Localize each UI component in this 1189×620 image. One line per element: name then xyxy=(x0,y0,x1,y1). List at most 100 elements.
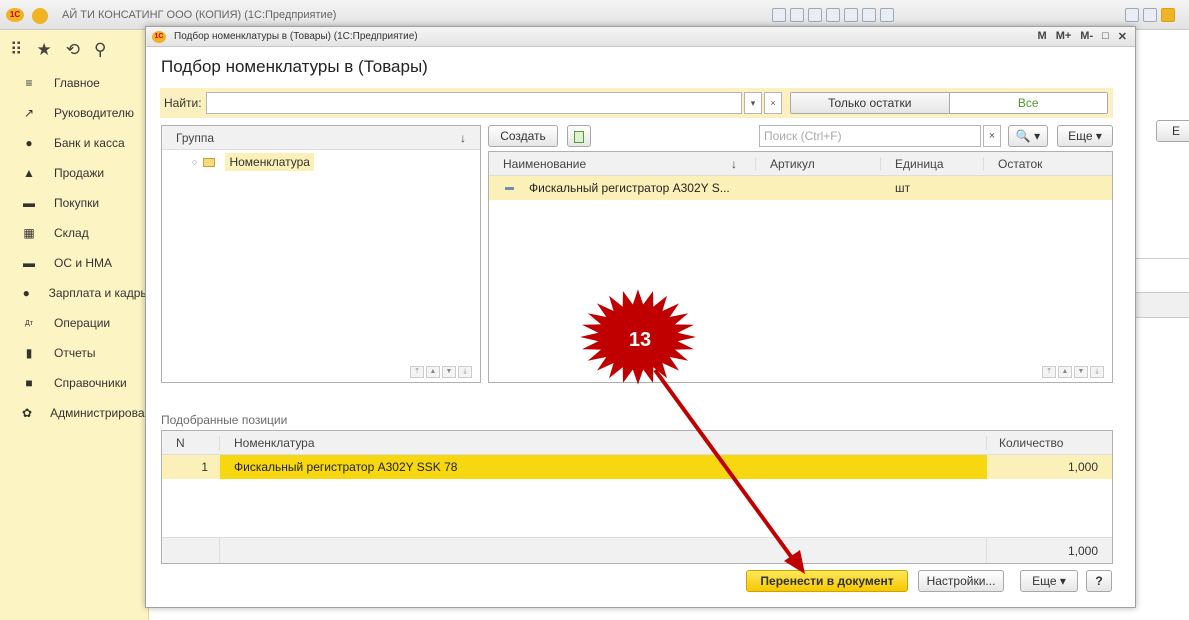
groups-panel: Группа ↓ ○ Номенклатура ⤒ ▲ ▼ ⤓ xyxy=(161,125,481,383)
apps-grid-icon[interactable]: ⠿ xyxy=(10,40,22,60)
titlebar-control[interactable]: M- xyxy=(1080,30,1093,43)
sidebar-item[interactable]: ▲ Продажи xyxy=(0,158,149,188)
group-row[interactable]: ○ Номенклатура xyxy=(162,150,480,174)
column-quantity[interactable]: Количество xyxy=(987,436,1112,450)
titlebar-control[interactable]: M+ xyxy=(1056,30,1072,43)
step-number: 13 xyxy=(628,329,652,351)
main-menu-button[interactable] xyxy=(32,8,48,24)
chart-icon: ▮ xyxy=(25,346,33,360)
items-search-clear-button[interactable]: × xyxy=(983,125,1001,147)
column-remainder[interactable]: Остаток xyxy=(984,157,1112,171)
truck-icon: ▬ xyxy=(23,256,35,270)
only-remainders-option[interactable]: Только остатки xyxy=(791,93,950,113)
sidebar-item-label: Операции xyxy=(54,316,111,330)
find-input[interactable] xyxy=(206,92,742,114)
search-icon[interactable]: ⚲ xyxy=(94,40,106,60)
column-article[interactable]: Артикул xyxy=(756,156,881,171)
sidebar-item[interactable]: ■ Справочники xyxy=(0,368,149,398)
column-n[interactable]: N xyxy=(162,435,220,450)
dialog-heading: Подбор номенклатуры в (Товары) xyxy=(161,57,428,76)
info-icon[interactable] xyxy=(1161,8,1175,22)
sidebar-item-label: Склад xyxy=(54,226,89,240)
sidebar-item[interactable]: Дт Операции xyxy=(0,308,149,338)
find-dropdown-button[interactable]: ▾ xyxy=(744,92,762,114)
picked-total: 1,000 xyxy=(1067,544,1098,558)
sidebar-item[interactable]: ▬ Покупки xyxy=(0,188,149,218)
folder-icon xyxy=(203,157,216,167)
dialog-window-title: Подбор номенклатуры в (Товары) (1С:Предп… xyxy=(174,31,418,42)
sidebar-item-label: Зарплата и кадры xyxy=(48,286,149,300)
save-icon[interactable] xyxy=(772,8,786,22)
app-logo: 1С xyxy=(6,8,24,22)
groups-header[interactable]: Группа ↓ xyxy=(162,126,480,150)
dialog-titlebar: 1С Подбор номенклатуры в (Товары) (1С:Пр… xyxy=(146,27,1135,47)
items-header: Наименование ↓ Артикул Единица Остаток xyxy=(489,152,1112,176)
preview-icon[interactable] xyxy=(808,8,822,22)
column-name[interactable]: Наименование ↓ xyxy=(489,156,756,171)
scroll-up-icon[interactable]: ▲ xyxy=(426,366,440,378)
sidebar-item[interactable]: ▦ Склад xyxy=(0,218,149,248)
scroll-bottom-icon[interactable]: ⤓ xyxy=(458,366,472,378)
column-unit[interactable]: Единица xyxy=(881,156,984,171)
sidebar-item[interactable]: ▮ Отчеты xyxy=(0,338,149,368)
sidebar-item[interactable]: ● Зарплата и кадры xyxy=(0,278,149,308)
sidebar-item-label: Отчеты xyxy=(54,346,96,360)
print-icon[interactable] xyxy=(790,8,804,22)
footer-more-button[interactable]: Еще ▾ xyxy=(1020,570,1078,592)
nomenclature-picker-dialog: 1С Подбор номенклатуры в (Товары) (1С:Пр… xyxy=(145,26,1136,608)
sections-sidebar: ⠿ ★ ⟲ ⚲ ≡ Главное ↗ Руководителю ● Банк и кас… xyxy=(0,30,149,620)
dialog-window-controls: M M+ M- □ ✕ xyxy=(1038,30,1127,43)
transfer-to-document-button[interactable]: Перенести в документ xyxy=(746,570,908,592)
coin-icon: ● xyxy=(25,136,33,150)
maximize-icon[interactable]: □ xyxy=(1102,30,1109,43)
favorites-star-icon[interactable]: ★ xyxy=(36,40,51,60)
scroll-top-icon[interactable]: ⤒ xyxy=(410,366,424,378)
warehouse-icon: ▦ xyxy=(23,226,35,240)
mail-icon[interactable] xyxy=(844,8,858,22)
all-option[interactable]: Все xyxy=(949,93,1107,113)
gear-icon: ✿ xyxy=(22,406,33,420)
create-button[interactable]: Создать xyxy=(488,125,558,147)
search-options-button[interactable]: 🔍 ▾ xyxy=(1008,125,1048,147)
items-search-input[interactable]: Поиск (Ctrl+F) xyxy=(759,125,981,147)
sidebar-item[interactable]: ↗ Руководителю xyxy=(0,98,149,128)
scroll-up-icon[interactable]: ▲ xyxy=(1058,366,1072,378)
copy-green-icon xyxy=(574,130,584,143)
items-panel: Наименование ↓ Артикул Единица Остаток Ф… xyxy=(488,151,1113,383)
zoom-icon[interactable] xyxy=(1125,8,1139,22)
calculator-icon[interactable] xyxy=(862,8,876,22)
close-icon[interactable]: ✕ xyxy=(1118,30,1127,43)
find-clear-button[interactable]: × xyxy=(764,92,782,114)
expand-icon[interactable]: ○ xyxy=(192,157,197,167)
sidebar-item-label: Покупки xyxy=(54,196,100,210)
sidebar-item-label: Банк и касса xyxy=(54,136,125,150)
sidebar-item[interactable]: ▬ ОС и НМА xyxy=(0,248,149,278)
sort-arrow-icon: ↓ xyxy=(460,130,466,145)
titlebar-control[interactable]: M xyxy=(1038,30,1047,43)
link-icon[interactable] xyxy=(826,8,840,22)
create-copy-button[interactable] xyxy=(567,125,591,147)
sidebar-item[interactable]: ≡ Главное xyxy=(0,68,149,98)
settings-button[interactable]: Настройки... xyxy=(918,570,1004,592)
background-button[interactable]: Е xyxy=(1156,120,1189,142)
window-icon[interactable] xyxy=(1143,8,1157,22)
app-title: АЙ ТИ КОНСАТИНГ ООО (КОПИЯ) (1С:Предприя… xyxy=(62,9,337,21)
picked-row[interactable]: 1 Фискальный регистратор A302Y SSK 78 1,… xyxy=(162,455,1112,479)
calendar-icon[interactable] xyxy=(880,8,894,22)
sidebar-item[interactable]: ● Банк и касса xyxy=(0,128,149,158)
app-toolbar-right xyxy=(1125,8,1175,22)
scroll-down-icon[interactable]: ▼ xyxy=(1074,366,1088,378)
items-table-row[interactable]: Фискальный регистратор A302Y S... шт xyxy=(489,176,1112,200)
scroll-bottom-icon[interactable]: ⤓ xyxy=(1090,366,1104,378)
items-scroll-buttons: ⤒ ▲ ▼ ⤓ xyxy=(1042,366,1104,378)
scroll-down-icon[interactable]: ▼ xyxy=(442,366,456,378)
picked-row-n: 1 xyxy=(162,455,220,479)
sidebar-item[interactable]: ✿ Администрирование xyxy=(0,398,149,428)
history-icon[interactable]: ⟲ xyxy=(66,40,80,60)
scroll-top-icon[interactable]: ⤒ xyxy=(1042,366,1056,378)
help-button[interactable]: ? xyxy=(1086,570,1112,592)
column-nomenclature[interactable]: Номенклатура xyxy=(220,435,987,450)
book-icon: ■ xyxy=(25,376,33,390)
items-more-button[interactable]: Еще ▾ xyxy=(1057,125,1113,147)
picked-footer: 1,000 xyxy=(162,537,1112,563)
